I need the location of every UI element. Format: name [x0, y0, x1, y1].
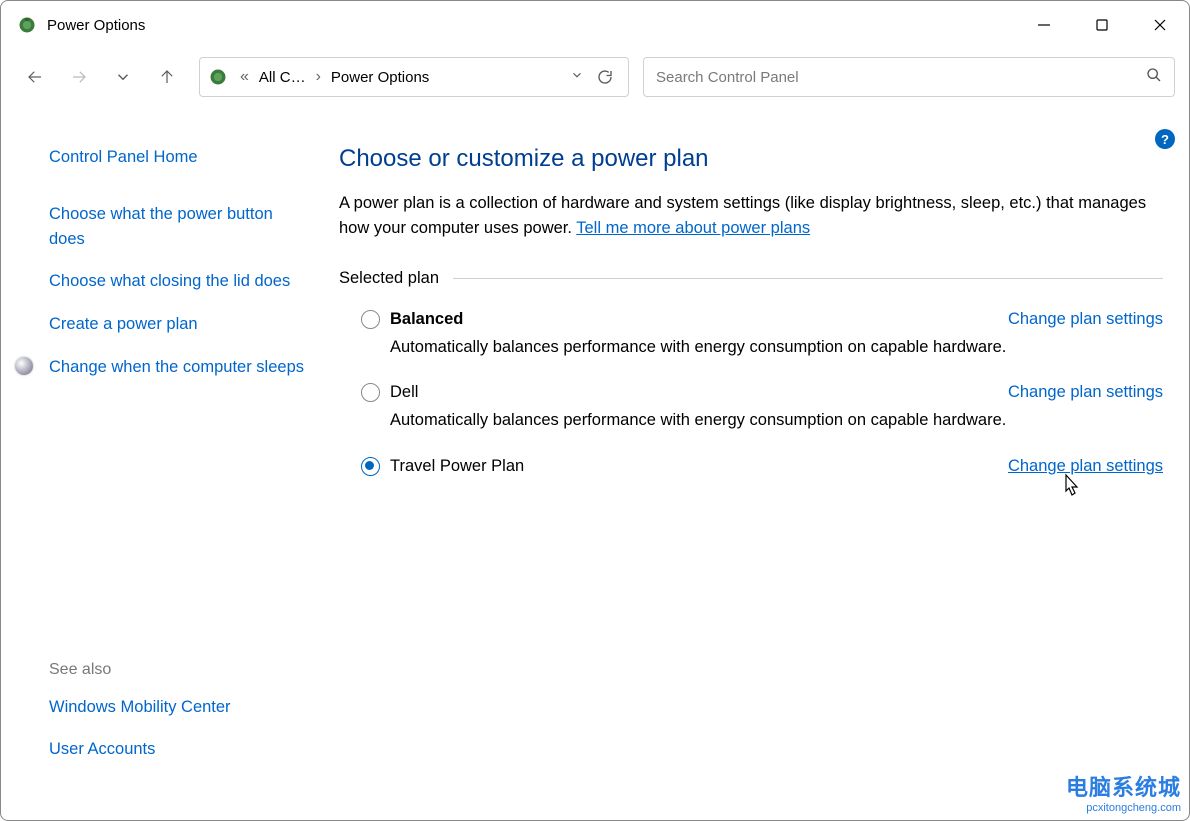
help-icon[interactable]: ? [1155, 129, 1175, 149]
see-also-mobility-center[interactable]: Windows Mobility Center [49, 695, 309, 720]
search-icon[interactable] [1146, 67, 1162, 88]
title-bar: Power Options [1, 1, 1189, 49]
section-header: Selected plan [339, 269, 1163, 288]
back-button[interactable] [15, 57, 55, 97]
plan-balanced: Balanced Change plan settings Automatica… [339, 304, 1163, 378]
plan-desc-dell: Automatically balances performance with … [390, 408, 1163, 433]
address-dropdown-button[interactable] [564, 68, 590, 87]
sidebar-link-sleep[interactable]: Change when the computer sleeps [49, 355, 309, 380]
plan-name-balanced[interactable]: Balanced [390, 310, 463, 329]
refresh-button[interactable] [590, 57, 620, 97]
plan-desc-balanced: Automatically balances performance with … [390, 335, 1163, 360]
breadcrumb-current[interactable]: Power Options [327, 69, 433, 86]
minimize-button[interactable] [1015, 1, 1073, 49]
cursor-icon [1059, 473, 1079, 501]
breadcrumb-parent[interactable]: All C… [255, 69, 310, 86]
plan-name-dell[interactable]: Dell [390, 383, 418, 402]
change-settings-dell[interactable]: Change plan settings [1008, 383, 1163, 402]
app-icon [17, 15, 37, 35]
control-panel-home-link[interactable]: Control Panel Home [49, 145, 309, 170]
chevron-right-icon: › [310, 68, 327, 86]
learn-more-link[interactable]: Tell me more about power plans [576, 219, 810, 237]
watermark: 电脑系统城 pcxitongcheng.com [1066, 770, 1181, 814]
nav-bar: « All C… › Power Options [1, 49, 1189, 105]
breadcrumb-prev[interactable]: « [234, 68, 255, 86]
plan-radio-dell[interactable] [361, 383, 380, 402]
up-button[interactable] [147, 57, 187, 97]
plan-travel: Travel Power Plan Change plan settings [339, 451, 1163, 494]
address-bar[interactable]: « All C… › Power Options [199, 57, 629, 97]
see-also-section: See also Windows Mobility Center User Ac… [49, 661, 309, 801]
change-settings-travel[interactable]: Change plan settings [1008, 457, 1163, 476]
forward-button[interactable] [59, 57, 99, 97]
close-button[interactable] [1131, 1, 1189, 49]
sidebar-link-power-button[interactable]: Choose what the power button does [49, 202, 309, 252]
maximize-button[interactable] [1073, 1, 1131, 49]
history-dropdown-button[interactable] [103, 57, 143, 97]
search-box[interactable] [643, 57, 1175, 97]
location-icon [208, 67, 228, 87]
main-panel: Choose or customize a power plan A power… [331, 105, 1189, 820]
plan-radio-balanced[interactable] [361, 310, 380, 329]
plan-radio-travel[interactable] [361, 457, 380, 476]
see-also-user-accounts[interactable]: User Accounts [49, 737, 309, 762]
search-input[interactable] [656, 69, 1146, 86]
content-area: ? Control Panel Home Choose what the pow… [1, 105, 1189, 820]
window-title: Power Options [47, 17, 145, 34]
sidebar: Control Panel Home Choose what the power… [1, 105, 331, 820]
plan-name-travel[interactable]: Travel Power Plan [390, 457, 524, 476]
window-controls [1015, 1, 1189, 49]
page-heading: Choose or customize a power plan [339, 145, 1163, 173]
change-settings-balanced[interactable]: Change plan settings [1008, 310, 1163, 329]
watermark-text: 电脑系统城 [1066, 770, 1181, 802]
watermark-url: pcxitongcheng.com [1066, 802, 1181, 814]
page-description: A power plan is a collection of hardware… [339, 191, 1163, 241]
section-rule [453, 278, 1163, 279]
sidebar-link-create-plan[interactable]: Create a power plan [49, 312, 309, 337]
plan-dell: Dell Change plan settings Automatically … [339, 377, 1163, 451]
see-also-title: See also [49, 661, 309, 679]
section-label: Selected plan [339, 269, 453, 288]
sidebar-link-closing-lid[interactable]: Choose what closing the lid does [49, 269, 309, 294]
